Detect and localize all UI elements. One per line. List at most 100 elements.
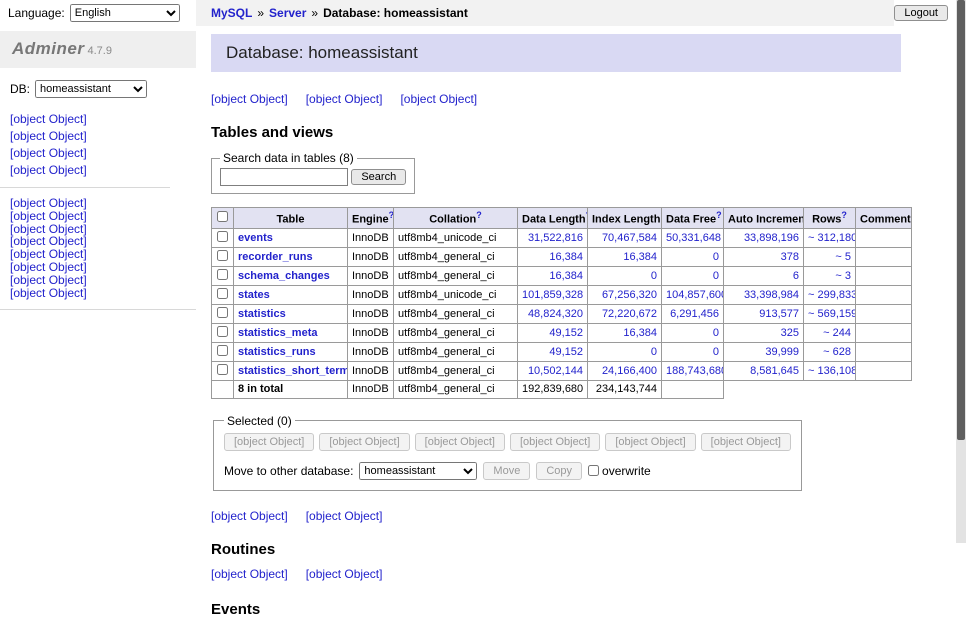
auto-increment-link[interactable]: 325: [781, 327, 799, 339]
search-button[interactable]: Search: [351, 169, 406, 185]
sidebar-link[interactable]: [object Object]: [10, 146, 87, 160]
action-link[interactable]: [object Object]: [306, 567, 383, 581]
auto-increment-link[interactable]: 33,898,196: [744, 232, 799, 244]
action-link[interactable]: [object Object]: [306, 509, 383, 523]
sidebar-link[interactable]: [object Object]: [10, 112, 87, 126]
table-name-link[interactable]: statistics_meta: [238, 327, 318, 339]
column-help-link[interactable]: ?: [911, 210, 912, 220]
rows-link[interactable]: ~ 5: [835, 251, 851, 263]
data-length-link[interactable]: 48,824,320: [528, 308, 583, 320]
data-length-link[interactable]: 16,384: [549, 270, 583, 282]
sidebar-table-link[interactable]: [object Object]: [10, 261, 186, 274]
selected-action-button[interactable]: [object Object]: [510, 433, 600, 451]
auto-increment-link[interactable]: 913,577: [759, 308, 799, 320]
sidebar-link[interactable]: [object Object]: [10, 163, 87, 177]
sidebar-table-link[interactable]: [object Object]: [10, 287, 186, 300]
table-row[interactable]: statistics_runs InnoDB utf8mb4_general_c…: [212, 342, 912, 361]
rows-link[interactable]: ~ 628: [823, 346, 851, 358]
table-name-link[interactable]: events: [238, 232, 273, 244]
table-row[interactable]: statistics_meta InnoDB utf8mb4_general_c…: [212, 323, 912, 342]
selected-action-button[interactable]: [object Object]: [415, 433, 505, 451]
data-length-link[interactable]: 31,522,816: [528, 232, 583, 244]
copy-button[interactable]: Copy: [536, 462, 582, 480]
overwrite-checkbox[interactable]: [588, 465, 599, 476]
auto-increment-link[interactable]: 33,398,984: [744, 289, 799, 301]
breadcrumb-mysql-link[interactable]: MySQL: [211, 6, 252, 20]
column-help-link[interactable]: ?: [841, 210, 847, 220]
table-name-link[interactable]: statistics_short_term: [238, 365, 348, 377]
table-name-link[interactable]: states: [238, 289, 270, 301]
scrollbar-thumb[interactable]: [957, 0, 965, 440]
auto-increment-link[interactable]: 39,999: [765, 346, 799, 358]
table-row[interactable]: states InnoDB utf8mb4_unicode_ci 101,859…: [212, 285, 912, 304]
language-select[interactable]: English: [70, 4, 180, 22]
index-length-link[interactable]: 72,220,672: [602, 308, 657, 320]
data-length-link[interactable]: 16,384: [549, 251, 583, 263]
rows-link[interactable]: ~ 569,159: [808, 308, 856, 320]
row-checkbox[interactable]: [217, 231, 228, 242]
sidebar-table-link[interactable]: [object Object]: [10, 210, 186, 223]
action-link[interactable]: [object Object]: [306, 92, 383, 106]
column-help-link[interactable]: ?: [476, 210, 482, 220]
action-link[interactable]: [object Object]: [211, 567, 288, 581]
row-checkbox[interactable]: [217, 326, 228, 337]
row-checkbox[interactable]: [217, 288, 228, 299]
table-row[interactable]: statistics_short_term InnoDB utf8mb4_gen…: [212, 361, 912, 380]
table-row[interactable]: recorder_runs InnoDB utf8mb4_general_ci …: [212, 247, 912, 266]
data-free-link[interactable]: 0: [713, 346, 719, 358]
table-name-link[interactable]: statistics_runs: [238, 346, 316, 358]
selected-action-button[interactable]: [object Object]: [319, 433, 409, 451]
sidebar-table-link[interactable]: [object Object]: [10, 197, 186, 210]
table-name-link[interactable]: statistics: [238, 308, 286, 320]
data-free-link[interactable]: 104,857,600: [666, 289, 724, 301]
column-help-link[interactable]: ?: [389, 210, 394, 220]
scrollbar[interactable]: [956, 0, 966, 543]
action-link[interactable]: [object Object]: [211, 92, 288, 106]
action-link[interactable]: [object Object]: [211, 509, 288, 523]
search-input[interactable]: [220, 168, 348, 186]
data-free-link[interactable]: 0: [713, 251, 719, 263]
row-checkbox[interactable]: [217, 364, 228, 375]
row-checkbox[interactable]: [217, 250, 228, 261]
auto-increment-link[interactable]: 6: [793, 270, 799, 282]
select-all-checkbox[interactable]: [217, 211, 228, 222]
data-length-link[interactable]: 49,152: [549, 327, 583, 339]
rows-link[interactable]: ~ 136,108: [808, 365, 856, 377]
table-name-link[interactable]: schema_changes: [238, 270, 330, 282]
rows-link[interactable]: ~ 312,180: [808, 232, 856, 244]
row-checkbox[interactable]: [217, 345, 228, 356]
sidebar-table-link[interactable]: [object Object]: [10, 274, 186, 287]
data-free-link[interactable]: 188,743,680: [666, 365, 724, 377]
data-free-link[interactable]: 0: [713, 327, 719, 339]
selected-action-button[interactable]: [object Object]: [224, 433, 314, 451]
selected-action-button[interactable]: [object Object]: [701, 433, 791, 451]
index-length-link[interactable]: 24,166,400: [602, 365, 657, 377]
table-row[interactable]: events InnoDB utf8mb4_unicode_ci 31,522,…: [212, 228, 912, 247]
data-length-link[interactable]: 10,502,144: [528, 365, 583, 377]
index-length-link[interactable]: 16,384: [623, 251, 657, 263]
column-help-link[interactable]: ?: [716, 210, 722, 220]
row-checkbox[interactable]: [217, 307, 228, 318]
table-row[interactable]: schema_changes InnoDB utf8mb4_general_ci…: [212, 266, 912, 285]
index-length-link[interactable]: 0: [651, 270, 657, 282]
auto-increment-link[interactable]: 8,581,645: [750, 365, 799, 377]
rows-link[interactable]: ~ 299,833: [808, 289, 856, 301]
logout-button[interactable]: Logout: [894, 5, 948, 21]
index-length-link[interactable]: 0: [651, 346, 657, 358]
rows-link[interactable]: ~ 244: [823, 327, 851, 339]
index-length-link[interactable]: 70,467,584: [602, 232, 657, 244]
table-name-link[interactable]: recorder_runs: [238, 251, 313, 263]
data-free-link[interactable]: 0: [713, 270, 719, 282]
index-length-link[interactable]: 67,256,320: [602, 289, 657, 301]
selected-action-button[interactable]: [object Object]: [605, 433, 695, 451]
move-button[interactable]: Move: [483, 462, 530, 480]
index-length-link[interactable]: 16,384: [623, 327, 657, 339]
data-length-link[interactable]: 101,859,328: [522, 289, 583, 301]
data-length-link[interactable]: 49,152: [549, 346, 583, 358]
table-row[interactable]: statistics InnoDB utf8mb4_general_ci 48,…: [212, 304, 912, 323]
breadcrumb-server-link[interactable]: Server: [269, 6, 306, 20]
row-checkbox[interactable]: [217, 269, 228, 280]
db-select[interactable]: homeassistant: [35, 80, 147, 98]
auto-increment-link[interactable]: 378: [781, 251, 799, 263]
rows-link[interactable]: ~ 3: [835, 270, 851, 282]
